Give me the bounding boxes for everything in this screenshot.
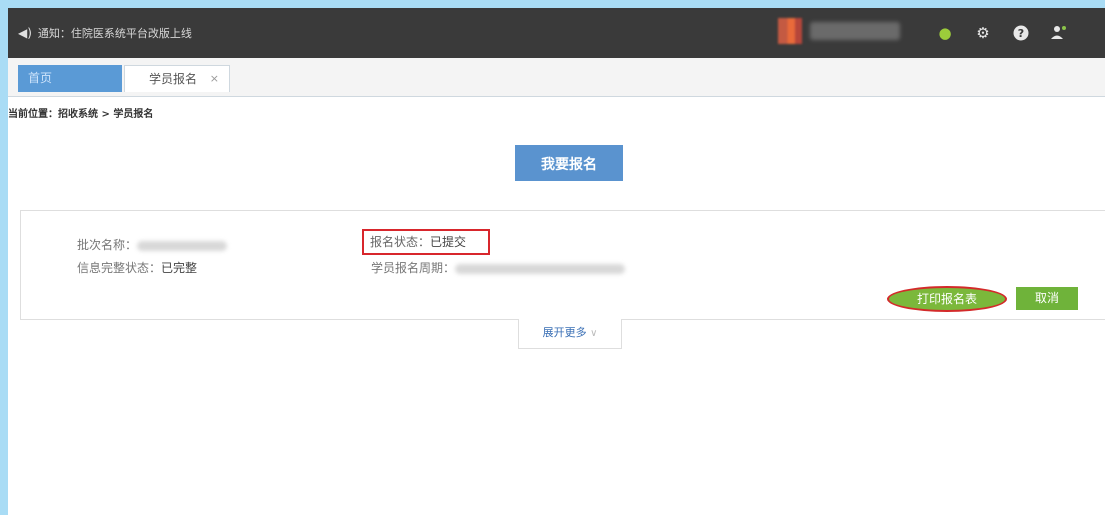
redacted-value	[455, 263, 626, 274]
registration-status-value: 已提交	[430, 235, 467, 249]
avatar	[778, 18, 802, 44]
registration-status-label: 报名状态：	[370, 235, 431, 249]
chevron-down-icon: ∨	[590, 328, 598, 339]
registration-status-highlight: 报名状态：已提交	[362, 229, 490, 255]
period-label: 学员报名周期：	[371, 261, 456, 275]
svg-text:?: ?	[1018, 27, 1024, 40]
top-bar: ◀) 通知：住院医系统平台改版上线 ● ⚙ ?	[8, 8, 1105, 58]
tab-label: 学员报名	[149, 72, 198, 86]
wechat-icon[interactable]: ●	[933, 21, 957, 45]
batch-name-row: 批次名称：	[77, 236, 228, 253]
redacted-value	[137, 240, 228, 251]
tab-student-registration[interactable]: 学员报名 ×	[124, 65, 230, 92]
info-status-value: 已完整	[161, 261, 198, 275]
print-form-button[interactable]: 打印报名表	[887, 286, 1007, 312]
info-status-row: 信息完整状态：已完整	[77, 259, 197, 276]
close-icon[interactable]: ×	[210, 66, 219, 92]
cancel-button[interactable]: 取消	[1016, 287, 1078, 310]
info-status-label: 信息完整状态：	[77, 261, 162, 275]
registration-card: 批次名称： 信息完整状态：已完整 报名状态：已提交 学员报名周期： 打印报名表 …	[20, 210, 1105, 320]
help-icon[interactable]: ?	[1009, 21, 1033, 45]
period-row: 学员报名周期：	[371, 259, 626, 276]
gear-icon[interactable]: ⚙	[971, 21, 995, 45]
user-settings-icon[interactable]	[1047, 21, 1071, 45]
toolbar-icons: ● ⚙ ?	[933, 21, 1071, 45]
notice-bar[interactable]: ◀) 通知：住院医系统平台改版上线	[18, 25, 192, 41]
user-area[interactable]	[778, 18, 900, 44]
expand-more-button[interactable]: 展开更多 ∨	[518, 319, 622, 349]
app-frame: ◀) 通知：住院医系统平台改版上线 ● ⚙ ? 首页 学员报名 × 当前位置：招…	[8, 8, 1105, 515]
batch-name-label: 批次名称：	[77, 238, 138, 252]
breadcrumb: 当前位置：招收系统 > 学员报名	[8, 109, 154, 120]
tab-bar: 首页 学员报名 ×	[8, 58, 1105, 97]
tab-home[interactable]: 首页	[18, 65, 122, 92]
expand-more-label: 展开更多	[542, 326, 587, 339]
notice-text: 通知：住院医系统平台改版上线	[37, 27, 192, 40]
user-name	[810, 22, 900, 40]
signup-button[interactable]: 我要报名	[515, 145, 623, 181]
speaker-icon: ◀)	[18, 26, 32, 40]
